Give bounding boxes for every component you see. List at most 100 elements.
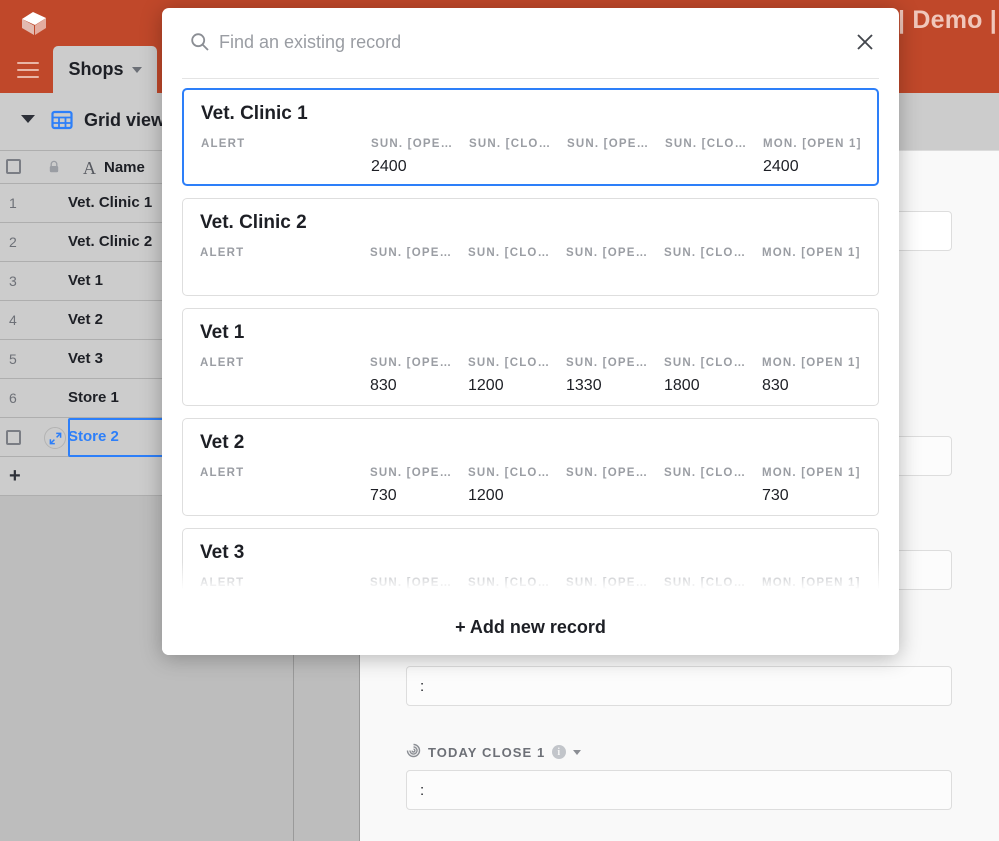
record-column: SUN. [OPE… bbox=[370, 247, 468, 293]
expand-record-icon[interactable] bbox=[44, 427, 66, 449]
record-column: ALERT bbox=[200, 577, 370, 600]
row-name-cell[interactable]: Vet. Clinic 2 bbox=[68, 233, 152, 250]
column-header: SUN. [OPE… bbox=[371, 138, 454, 150]
tab-shops-label: Shops bbox=[68, 59, 124, 79]
column-value: 730 bbox=[370, 487, 397, 504]
row-index: 6 bbox=[9, 390, 17, 406]
record-column: SUN. [OPE… bbox=[370, 577, 468, 600]
record-column: SUN. [OPE… 1330 bbox=[566, 357, 664, 403]
row-name-cell[interactable]: Vet 1 bbox=[68, 272, 103, 289]
record-card[interactable]: Vet. Clinic 2 ALERT SUN. [OPE… SUN. [CLO… bbox=[182, 198, 879, 296]
column-value: 2400 bbox=[371, 158, 407, 175]
record-column: MON. [OPEN 1] bbox=[762, 577, 860, 600]
record-column: SUN. [OPE… bbox=[567, 138, 665, 184]
record-column: SUN. [CLO… bbox=[664, 247, 762, 293]
column-header: SUN. [OPE… bbox=[370, 357, 453, 369]
column-header: SUN. [OPE… bbox=[370, 247, 453, 259]
column-header: SUN. [OPE… bbox=[370, 577, 453, 589]
record-column: SUN. [CLO… 1200 bbox=[468, 357, 566, 403]
record-card-title: Vet 1 bbox=[200, 322, 245, 343]
record-column: SUN. [OPE… bbox=[566, 577, 664, 600]
record-column: MON. [OPEN 1] 830 bbox=[762, 357, 860, 403]
add-new-record-button[interactable]: + Add new record bbox=[455, 617, 606, 638]
app-root: : TODAY CLOSE 1 i : s | Demo | Shops Gri… bbox=[0, 0, 999, 841]
search-input[interactable] bbox=[219, 28, 839, 56]
record-card-columns: ALERT SUN. [OPE… SUN. [CLO… SUN. [OPE… S… bbox=[200, 577, 862, 600]
grid-view-icon[interactable] bbox=[50, 108, 74, 132]
column-header: SUN. [OPE… bbox=[566, 467, 649, 479]
column-header: ALERT bbox=[200, 357, 245, 369]
column-header: SUN. [CLO… bbox=[468, 467, 551, 479]
column-header: SUN. [OPE… bbox=[566, 247, 649, 259]
column-header: MON. [OPEN 1] bbox=[763, 138, 862, 150]
record-card-columns: ALERT SUN. [OPE… 830 SUN. [CLO… 1200 SUN… bbox=[200, 357, 862, 403]
row-name-cell[interactable]: Vet 2 bbox=[68, 311, 103, 328]
record-column: SUN. [CLO… bbox=[665, 138, 763, 184]
record-card[interactable]: Vet 2 ALERT SUN. [OPE… 730 SUN. [CLO… 12… bbox=[182, 418, 879, 516]
record-field-today-close-1: TODAY CLOSE 1 i : bbox=[406, 743, 952, 810]
record-card[interactable]: Vet 1 ALERT SUN. [OPE… 830 SUN. [CLO… 12… bbox=[182, 308, 879, 406]
row-name-cell[interactable]: Vet. Clinic 1 bbox=[68, 194, 152, 211]
chevron-down-icon[interactable] bbox=[131, 66, 142, 73]
hamburger-menu-icon[interactable] bbox=[17, 62, 39, 80]
record-column: SUN. [CLO… bbox=[468, 247, 566, 293]
row-name-cell[interactable]: Vet 3 bbox=[68, 350, 103, 367]
modal-footer: + Add new record bbox=[162, 600, 899, 655]
record-column: ALERT bbox=[200, 357, 370, 403]
cube-logo-icon[interactable] bbox=[18, 9, 50, 37]
tab-shops[interactable]: Shops bbox=[53, 46, 157, 93]
info-icon[interactable]: i bbox=[552, 745, 567, 759]
text-field-icon: A bbox=[83, 158, 96, 178]
record-card-columns: ALERT SUN. [OPE… 2400 SUN. [CLO… SUN. [O… bbox=[201, 138, 863, 184]
record-card-title: Vet 3 bbox=[200, 542, 245, 563]
lock-icon bbox=[48, 160, 60, 174]
close-icon[interactable] bbox=[853, 30, 877, 54]
select-all-checkbox[interactable] bbox=[6, 159, 21, 174]
column-header: SUN. [CLO… bbox=[664, 467, 747, 479]
record-column: SUN. [OPE… 830 bbox=[370, 357, 468, 403]
chevron-down-icon[interactable] bbox=[573, 749, 582, 755]
column-header: SUN. [CLO… bbox=[468, 577, 551, 589]
row-checkbox[interactable] bbox=[6, 430, 21, 445]
record-column: SUN. [OPE… bbox=[566, 467, 664, 513]
column-header: MON. [OPEN 1] bbox=[762, 577, 861, 589]
record-card-title: Vet. Clinic 1 bbox=[201, 103, 308, 124]
search-icon bbox=[190, 32, 210, 52]
plus-icon: + bbox=[9, 465, 21, 487]
column-value: 1800 bbox=[664, 377, 700, 394]
record-column: SUN. [OPE… 730 bbox=[370, 467, 468, 513]
record-column: ALERT bbox=[200, 247, 370, 293]
column-value: 1330 bbox=[566, 377, 602, 394]
row-name-cell[interactable]: Store 1 bbox=[68, 389, 119, 406]
column-header: SUN. [CLO… bbox=[469, 138, 552, 150]
sidebar-toggle-chevron-down-icon[interactable] bbox=[21, 115, 35, 123]
column-value: 1200 bbox=[468, 487, 504, 504]
record-card-title: Vet. Clinic 2 bbox=[200, 212, 307, 233]
record-column: SUN. [CLO… bbox=[664, 577, 762, 600]
column-header: ALERT bbox=[200, 247, 245, 259]
record-field-input[interactable]: : bbox=[406, 770, 952, 810]
view-name-label[interactable]: Grid view bbox=[84, 110, 165, 131]
column-header: ALERT bbox=[201, 138, 246, 150]
record-card-title: Vet 2 bbox=[200, 432, 245, 453]
record-card[interactable]: Vet 3 ALERT SUN. [OPE… SUN. [CLO… SUN. [… bbox=[182, 528, 879, 600]
row-name-cell[interactable]: Store 2 bbox=[68, 428, 119, 445]
column-value: 1200 bbox=[468, 377, 504, 394]
record-column: SUN. [CLO… bbox=[468, 577, 566, 600]
record-column: SUN. [CLO… bbox=[664, 467, 762, 513]
record-card[interactable]: Vet. Clinic 1 ALERT SUN. [OPE… 2400 SUN.… bbox=[182, 88, 879, 186]
column-header: SUN. [CLO… bbox=[664, 577, 747, 589]
column-header: SUN. [CLO… bbox=[468, 247, 551, 259]
column-header: SUN. [CLO… bbox=[468, 357, 551, 369]
column-header: SUN. [OPE… bbox=[567, 138, 650, 150]
record-field-label-row: TODAY CLOSE 1 i bbox=[406, 743, 952, 761]
record-field-input[interactable]: : bbox=[406, 666, 952, 706]
record-field-label: TODAY CLOSE 1 bbox=[428, 744, 546, 760]
grid-column-label-name[interactable]: Name bbox=[104, 159, 145, 176]
column-value: 2400 bbox=[763, 158, 799, 175]
record-card-columns: ALERT SUN. [OPE… 730 SUN. [CLO… 1200 SUN… bbox=[200, 467, 862, 513]
record-list[interactable]: Vet. Clinic 1 ALERT SUN. [OPE… 2400 SUN.… bbox=[162, 88, 899, 600]
column-value: 830 bbox=[762, 377, 789, 394]
row-index: 2 bbox=[9, 234, 17, 250]
record-column: ALERT bbox=[201, 138, 371, 184]
